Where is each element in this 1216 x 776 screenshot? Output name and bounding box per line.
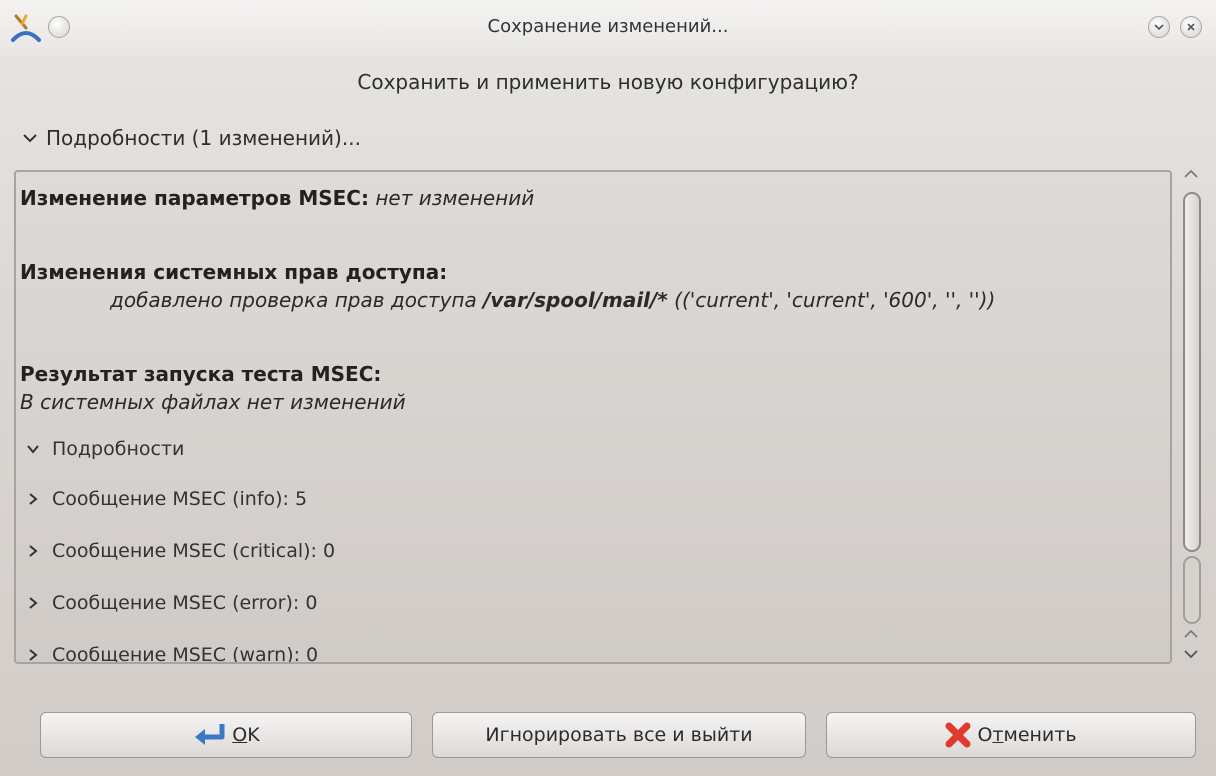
scroll-up-icon[interactable] xyxy=(1182,628,1200,640)
perm-change-line: добавлено проверка прав доступа /var/spo… xyxy=(110,288,996,312)
chevron-right-icon xyxy=(29,649,38,661)
chevron-down-icon xyxy=(1154,24,1164,31)
scrollbar-thumb[interactable] xyxy=(1183,192,1201,552)
ignore-all-exit-button[interactable]: Игнорировать все и выйти xyxy=(432,712,806,758)
chevron-right-icon xyxy=(29,493,38,505)
tree-item-warn[interactable]: Сообщение MSEC (warn): 0 xyxy=(26,644,319,664)
close-icon xyxy=(1187,23,1195,31)
test-title: Результат запуска теста MSEC: xyxy=(20,362,382,386)
dialog-question: Сохранить и применить новую конфигурацию… xyxy=(357,70,859,94)
scroll-up-icon[interactable] xyxy=(1182,168,1200,180)
tree-item-label: Сообщение MSEC (warn): 0 xyxy=(52,644,319,664)
details-panel[interactable]: Изменение параметров MSEC: нет изменений… xyxy=(14,170,1172,664)
cancel-button[interactable]: Отменить xyxy=(826,712,1196,758)
window-title: Сохранение изменений... xyxy=(487,16,729,37)
cancel-x-icon xyxy=(945,722,971,748)
close-button[interactable] xyxy=(1180,16,1202,38)
perm-changes-title: Изменения системных прав доступа: xyxy=(20,260,448,284)
tree-item-label: Подробности xyxy=(52,438,185,460)
msec-changes-title: Изменение параметров MSEC: xyxy=(20,186,369,210)
cancel-button-label: Отменить xyxy=(977,724,1077,746)
ignore-all-exit-label: Игнорировать все и выйти xyxy=(485,724,753,746)
tree-item-label: Сообщение MSEC (critical): 0 xyxy=(52,540,336,562)
details-expander[interactable]: Подробности (1 изменений)... xyxy=(22,126,361,150)
ok-button[interactable]: OK xyxy=(40,712,412,758)
test-value: В системных файлах нет изменений xyxy=(20,390,406,414)
msec-changes-value: нет изменений xyxy=(375,186,535,210)
vertical-scrollbar[interactable] xyxy=(1176,164,1206,668)
chevron-right-icon xyxy=(29,545,38,557)
tree-item-critical[interactable]: Сообщение MSEC (critical): 0 xyxy=(26,540,335,562)
tree-item-error[interactable]: Сообщение MSEC (error): 0 xyxy=(26,592,317,614)
chevron-right-icon xyxy=(29,597,38,609)
ok-button-label: OK xyxy=(232,724,260,746)
tree-item-label: Сообщение MSEC (error): 0 xyxy=(52,592,318,614)
details-expander-label: Подробности (1 изменений)... xyxy=(46,126,361,150)
perm-path: /var/spool/mail/* xyxy=(483,288,668,312)
tree-item-details[interactable]: Подробности xyxy=(26,438,184,460)
chevron-down-icon xyxy=(27,445,39,454)
scroll-down-icon[interactable] xyxy=(1182,648,1200,660)
title-bar: Сохранение изменений... xyxy=(0,0,1216,56)
scrollbar-track[interactable] xyxy=(1183,556,1201,624)
tree-item-label: Сообщение MSEC (info): 5 xyxy=(52,488,308,510)
tree-item-info[interactable]: Сообщение MSEC (info): 5 xyxy=(26,488,307,510)
minimize-button[interactable] xyxy=(1148,16,1170,38)
chevron-down-icon xyxy=(23,134,37,143)
enter-arrow-icon xyxy=(195,724,225,745)
msec-changes-line: Изменение параметров MSEC: нет изменений xyxy=(20,186,534,210)
